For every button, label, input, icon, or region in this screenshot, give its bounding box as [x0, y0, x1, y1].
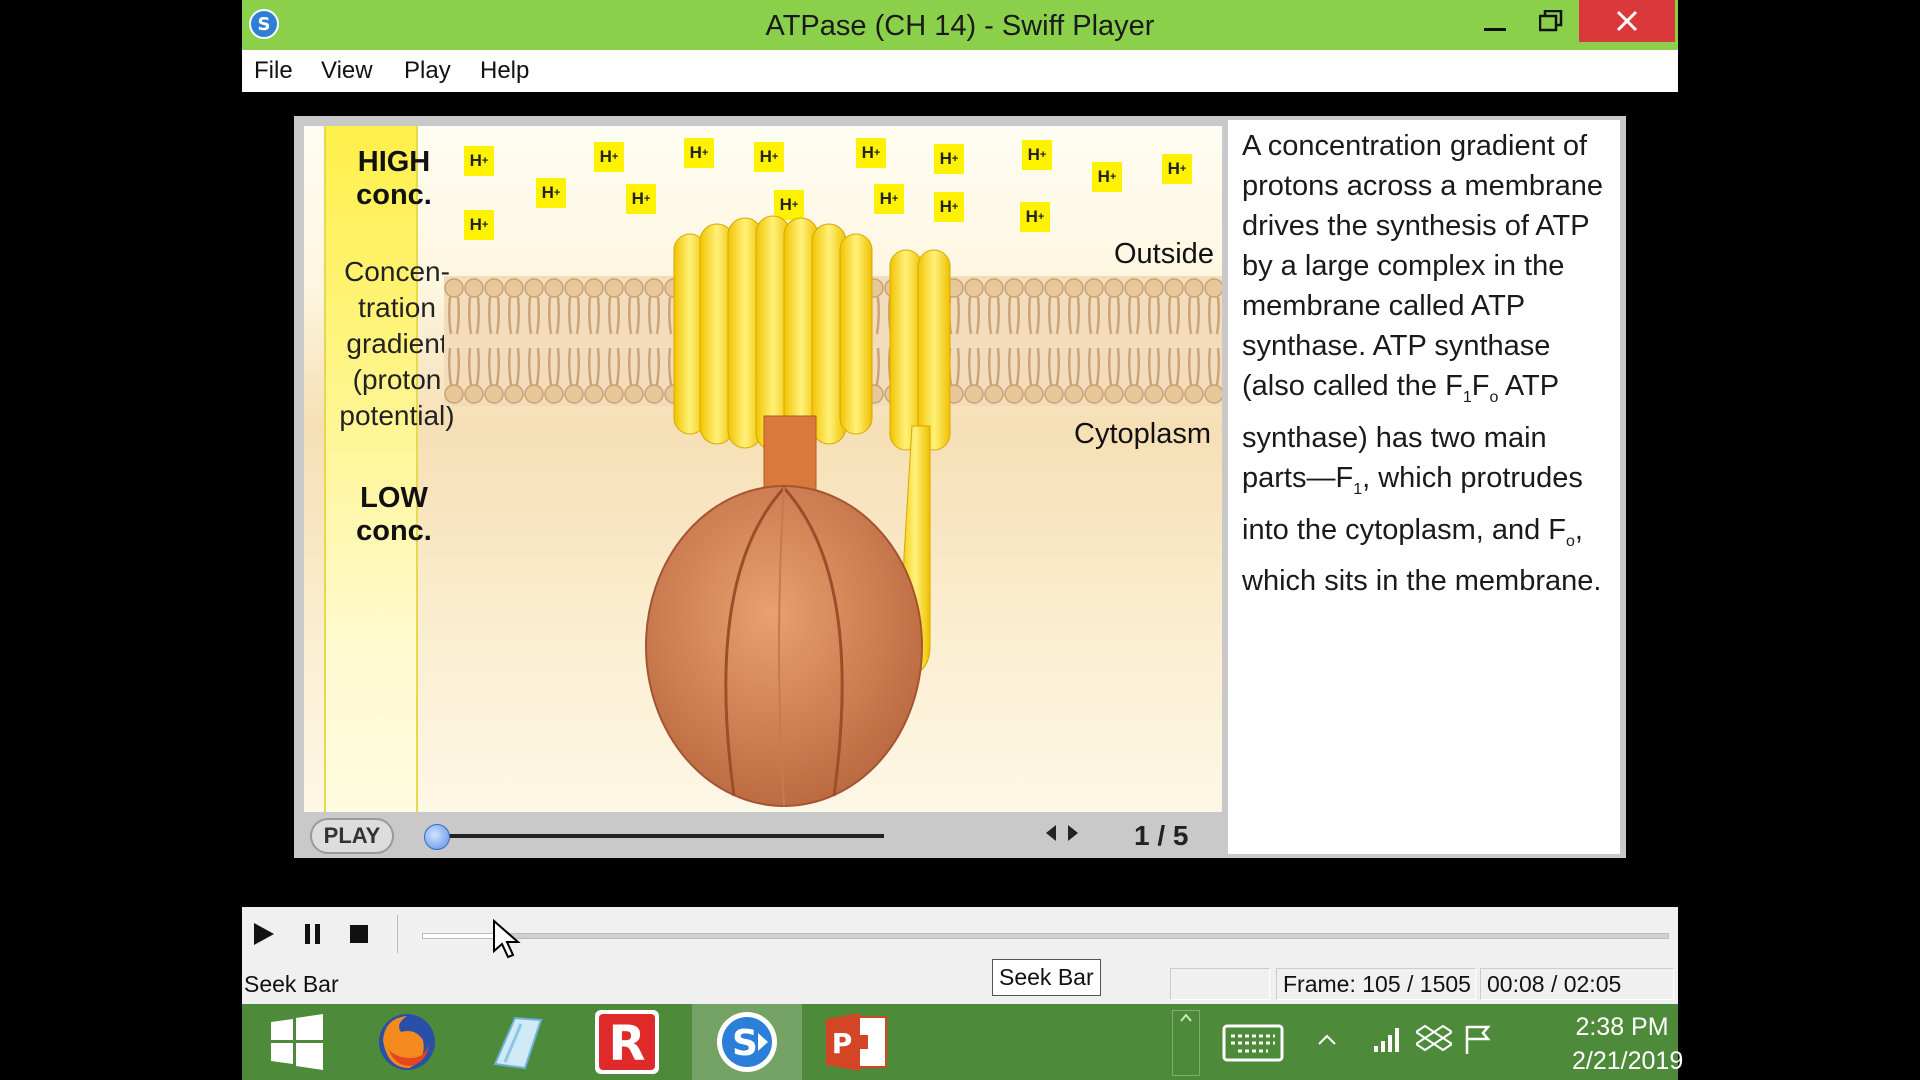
menu-help[interactable]: Help	[480, 57, 529, 85]
seek-bar[interactable]	[422, 933, 1669, 939]
restore-button[interactable]	[1523, 0, 1579, 42]
status-bar: Seek Bar Seek Bar Frame: 105 / 1505 00:0…	[242, 959, 1678, 1004]
restore-icon	[1539, 10, 1563, 32]
menu-view[interactable]: View	[321, 57, 373, 85]
cytoplasm-label: Cytoplasm	[1074, 418, 1211, 450]
network-signal-icon[interactable]	[1372, 1024, 1402, 1054]
toolbar-divider	[397, 915, 398, 953]
start-button[interactable]	[242, 1004, 352, 1080]
seek-bar-tooltip: Seek Bar	[992, 959, 1101, 996]
next-arrow-icon[interactable]	[1066, 824, 1080, 842]
animation-progress-track[interactable]	[434, 834, 884, 838]
description-part-1: A concentration gradient of protons acro…	[1242, 130, 1604, 402]
window-title: ATPase (CH 14) - Swiff Player	[765, 10, 1155, 42]
taskbar-scroll[interactable]	[1172, 1010, 1200, 1076]
dropbox-icon[interactable]	[1416, 1024, 1452, 1056]
taskbar-powerpoint[interactable]: P	[802, 1004, 912, 1080]
windows-taskbar: R S P 2:38 PM 2/21/2019	[242, 1004, 1684, 1080]
action-center-flag-icon[interactable]	[1464, 1024, 1492, 1056]
title-bar[interactable]: S ATPase (CH 14) - Swiff Player	[242, 0, 1678, 50]
system-clock[interactable]: 2:38 PM 2/21/2019	[1572, 1010, 1684, 1078]
description-panel: A concentration gradient of protons acro…	[1228, 120, 1620, 854]
show-hidden-icons-chevron-icon[interactable]	[1317, 1032, 1337, 1046]
svg-text:S: S	[732, 1023, 758, 1064]
close-icon	[1616, 10, 1638, 32]
animation-controls: PLAY 1 / 5	[304, 816, 1222, 856]
page-counter: 1 / 5	[1134, 820, 1189, 851]
firefox-icon	[379, 1014, 435, 1070]
clock-time: 2:38 PM	[1575, 1013, 1669, 1041]
taskbar-r-app[interactable]: R	[572, 1004, 682, 1080]
swiff-player-icon: S	[717, 1012, 777, 1072]
pause-button[interactable]	[296, 917, 330, 951]
play-button[interactable]	[246, 917, 280, 951]
clock-date: 2/21/2019	[1572, 1047, 1684, 1075]
subscript-1: 1	[1462, 388, 1472, 406]
outside-label: Outside	[1114, 238, 1214, 270]
minimize-button[interactable]	[1467, 0, 1523, 42]
description-text: A concentration gradient of protons acro…	[1242, 126, 1612, 601]
minimize-icon	[1484, 28, 1506, 31]
notepad-icon	[493, 1016, 543, 1070]
menu-file[interactable]: File	[254, 57, 293, 85]
play-icon	[254, 923, 274, 945]
animation-progress-knob[interactable]	[424, 824, 450, 850]
atp-synthase-diagram: HIGH conc. Concen-tration gradient (prot…	[304, 126, 1222, 812]
chevron-up-icon	[1180, 1013, 1192, 1022]
svg-text:R: R	[609, 1016, 646, 1072]
taskbar-swiff-player[interactable]: S	[692, 1004, 802, 1080]
status-text: Seek Bar	[244, 971, 339, 997]
powerpoint-icon: P	[826, 1013, 887, 1071]
subscript-o: o	[1566, 532, 1575, 550]
menu-bar: File View Play Help	[242, 50, 1678, 92]
menu-play[interactable]: Play	[404, 57, 451, 85]
description-part-2: F	[1471, 370, 1490, 402]
atp-synthase-complex	[645, 215, 951, 807]
windows-logo-icon	[271, 1014, 323, 1070]
swiff-player-window: S ATPase (CH 14) - Swiff Player File Vie…	[242, 0, 1684, 1080]
page-arrows[interactable]	[1044, 822, 1080, 848]
flash-stage: HIGH conc. Concen-tration gradient (prot…	[242, 92, 1678, 907]
animation-frame: HIGH conc. Concen-tration gradient (prot…	[294, 116, 1626, 858]
svg-text:P: P	[832, 1027, 853, 1060]
pause-icon	[305, 924, 320, 944]
animation-play-button[interactable]: PLAY	[310, 818, 394, 854]
taskbar-notepad[interactable]	[462, 1004, 572, 1080]
frame-counter: Frame: 105 / 1505	[1276, 968, 1476, 1000]
taskbar-firefox[interactable]	[352, 1004, 462, 1080]
time-counter: 00:08 / 02:05	[1480, 968, 1674, 1000]
stop-button[interactable]	[342, 917, 376, 951]
player-controls	[242, 907, 1678, 962]
subscript-1: 1	[1353, 480, 1363, 498]
mouse-cursor-icon	[493, 919, 521, 959]
keyboard-icon[interactable]	[1222, 1024, 1284, 1062]
status-empty-cell	[1170, 968, 1270, 1000]
r-app-icon: R	[595, 1010, 659, 1074]
close-button[interactable]	[1579, 0, 1675, 42]
prev-arrow-icon[interactable]	[1044, 824, 1058, 842]
stop-icon	[350, 925, 368, 943]
